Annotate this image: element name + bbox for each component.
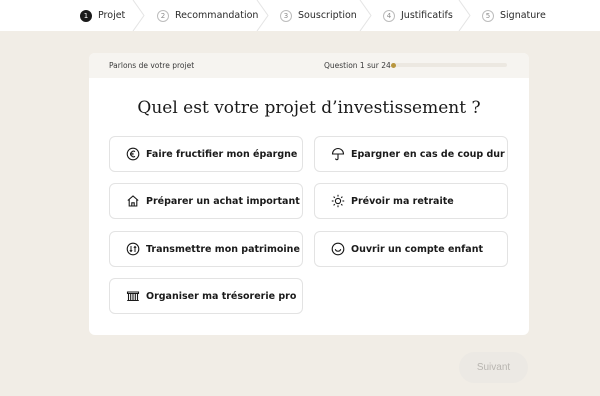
progress-bar (391, 62, 507, 68)
umbrella-icon (331, 147, 345, 161)
next-button[interactable]: Suivant (459, 352, 528, 383)
option-label: Transmettre mon patrimoine (146, 243, 300, 255)
option-faire-fructifier[interactable]: Faire fructifier mon épargne (109, 136, 303, 172)
question-title: Quel est votre projet d’investissement ? (137, 98, 481, 118)
card-header: Parlons de votre projet Question 1 sur 2… (89, 53, 529, 78)
euro-icon (126, 147, 140, 161)
sun-icon (331, 194, 345, 208)
option-label: Faire fructifier mon épargne (146, 148, 298, 160)
step-label: Signature (500, 10, 546, 21)
step-number: 4 (383, 9, 395, 22)
card-header-label: Parlons de votre projet (109, 61, 195, 70)
step-label: Projet (98, 10, 126, 21)
step-souscription[interactable]: 3 Souscription (280, 0, 357, 31)
step-justificatifs[interactable]: 4 Justificatifs (383, 0, 453, 31)
option-label: Prévoir ma retraite (351, 195, 454, 207)
option-label: Préparer un achat important (146, 195, 300, 207)
option-label: Organiser ma trésorerie pro (146, 290, 297, 302)
step-projet[interactable]: 1 Projet (80, 0, 125, 31)
option-label: Ouvrir un compte enfant (351, 243, 484, 255)
option-transmettre[interactable]: Transmettre mon patrimoine (109, 231, 303, 267)
option-preparer-achat[interactable]: Préparer un achat important (109, 183, 303, 219)
option-compte-enfant[interactable]: Ouvrir un compte enfant (314, 231, 508, 267)
option-prevoir-retraite[interactable]: Prévoir ma retraite (314, 183, 508, 219)
question-counter: Question 1 sur 24 (324, 61, 391, 70)
transfer-icon (126, 242, 140, 256)
step-number: 2 (157, 9, 169, 22)
option-label: Epargner en cas de coup dur (351, 148, 505, 160)
option-tresorerie-pro[interactable]: Organiser ma trésorerie pro (109, 278, 303, 314)
progress-indicator (391, 62, 396, 68)
step-number: 1 (80, 9, 92, 22)
house-icon (126, 194, 140, 208)
progress-stepper: 1 Projet 2 Recommandation 3 Souscription… (0, 0, 600, 31)
step-recommandation[interactable]: 2 Recommandation (157, 0, 258, 31)
step-number: 5 (482, 9, 494, 22)
bank-icon (126, 289, 140, 303)
smile-icon (331, 242, 345, 256)
step-label: Justificatifs (401, 10, 453, 21)
question-card: Parlons de votre projet Question 1 sur 2… (89, 53, 529, 335)
option-epargner[interactable]: Epargner en cas de coup dur (314, 136, 508, 172)
step-label: Souscription (298, 10, 357, 21)
step-signature[interactable]: 5 Signature (482, 0, 546, 31)
step-label: Recommandation (175, 10, 259, 21)
step-number: 3 (280, 9, 292, 22)
